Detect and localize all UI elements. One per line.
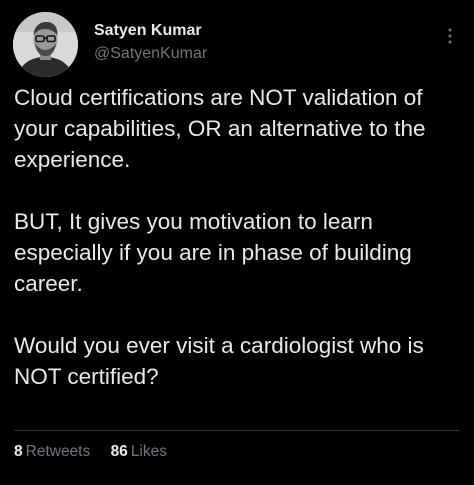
more-options-button[interactable] bbox=[440, 24, 460, 48]
tweet-paragraph-1: Cloud certifications are NOT validation … bbox=[14, 85, 426, 172]
avatar[interactable] bbox=[13, 12, 78, 77]
retweets-stat[interactable]: 8 Retweets bbox=[14, 442, 90, 462]
tweet-paragraph-2: BUT, It gives you motivation to learn es… bbox=[14, 209, 412, 296]
retweets-count: 8 bbox=[14, 443, 23, 460]
author-handle[interactable]: @SatyenKumar bbox=[94, 44, 207, 64]
tweet-header: Satyen Kumar @SatyenKumar bbox=[13, 12, 460, 78]
tweet-card: Satyen Kumar @SatyenKumar Cloud certific… bbox=[0, 0, 474, 485]
author-block: Satyen Kumar @SatyenKumar bbox=[94, 21, 207, 64]
likes-stat[interactable]: 86 Likes bbox=[111, 442, 167, 462]
tweet-paragraph-3: Would you ever visit a cardiologist who … bbox=[14, 333, 424, 389]
vertical-ellipsis-icon bbox=[448, 28, 452, 44]
tweet-stats: 8 Retweets 86 Likes bbox=[14, 442, 167, 462]
likes-count: 86 bbox=[110, 443, 128, 460]
likes-label: Likes bbox=[130, 443, 167, 460]
stats-divider bbox=[14, 430, 460, 431]
profile-photo-icon bbox=[13, 12, 78, 77]
retweets-label: Retweets bbox=[25, 443, 91, 460]
author-name[interactable]: Satyen Kumar bbox=[94, 21, 207, 41]
tweet-text: Cloud certifications are NOT validation … bbox=[14, 82, 460, 392]
